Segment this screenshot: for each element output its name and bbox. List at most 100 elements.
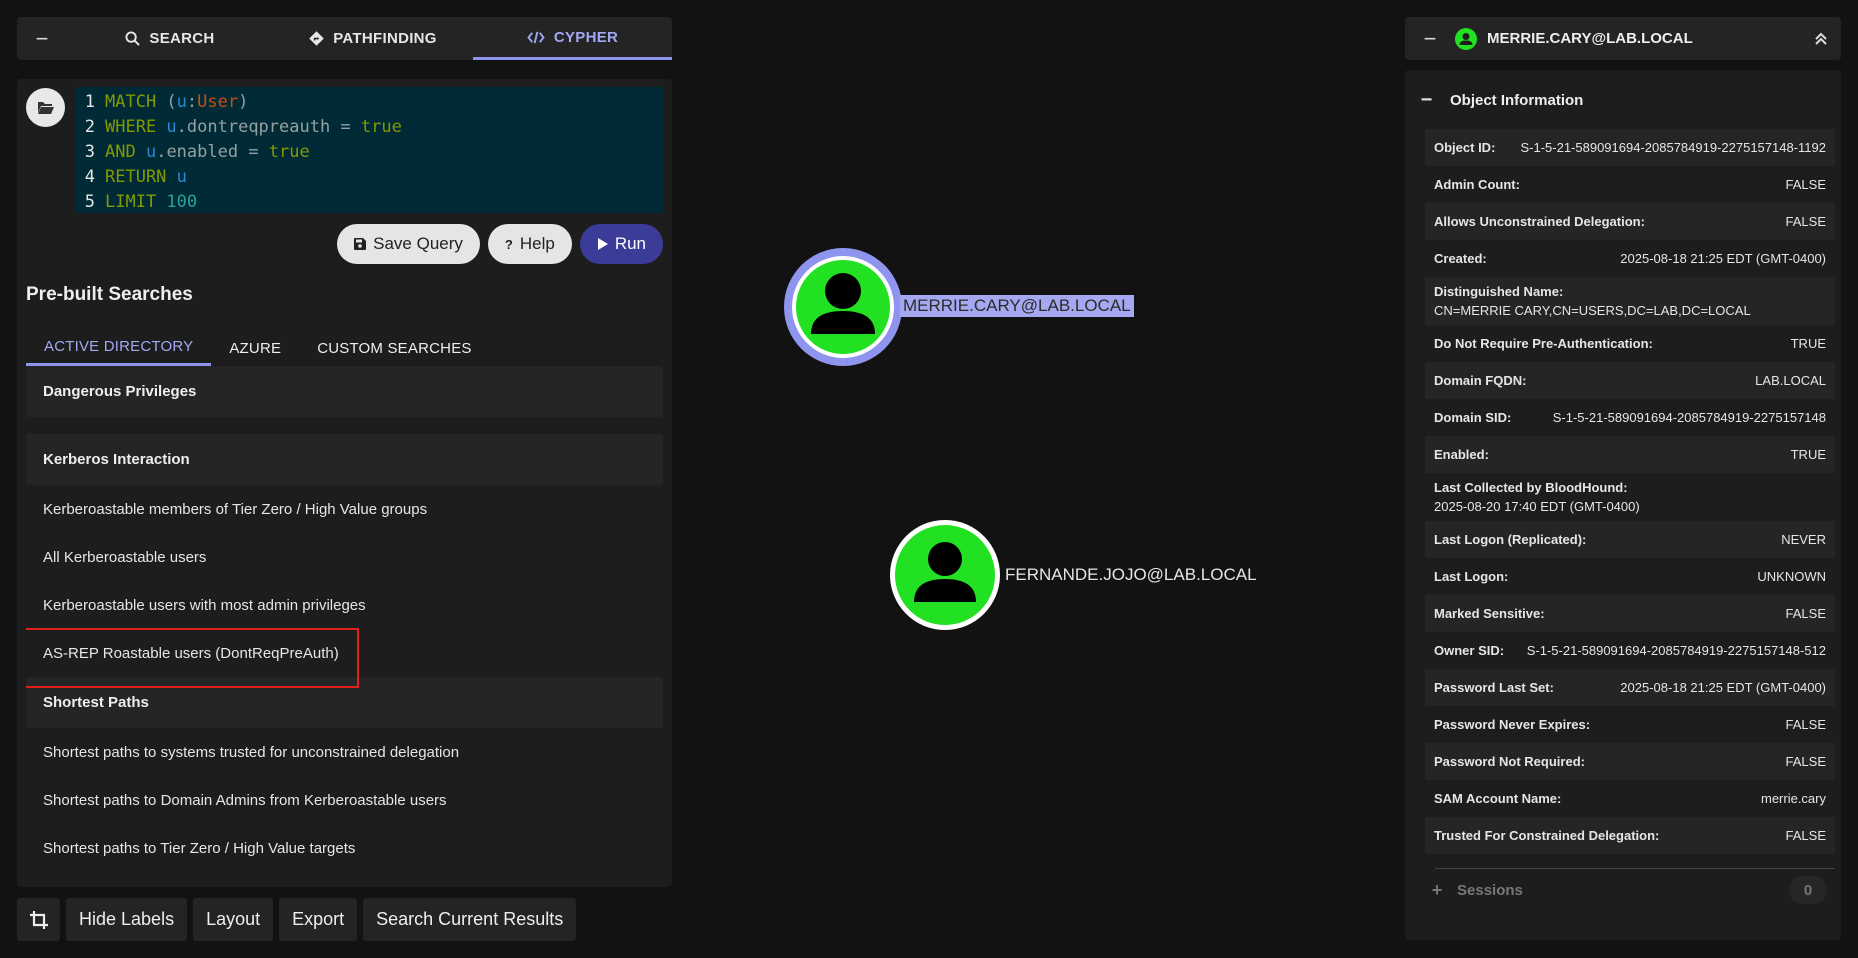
- code-line: 2 WHERE u.dontreqpreauth = true: [75, 114, 663, 139]
- property-row: Do Not Require Pre-Authentication: TRUE: [1434, 336, 1826, 351]
- code-text: AND u.enabled = true: [105, 141, 310, 162]
- list-item[interactable]: All Kerberoastable users: [26, 533, 663, 581]
- run-label: Run: [614, 234, 646, 253]
- export-button[interactable]: Export: [279, 898, 358, 941]
- save-icon: [354, 238, 367, 250]
- property-row: SAM Account Name: merrie.cary: [1434, 791, 1826, 806]
- collapse-entity-button[interactable]: −: [1405, 26, 1455, 52]
- code-text: WHERE u.dontreqpreauth = true: [105, 116, 402, 137]
- code-text: MATCH (u:User): [105, 91, 249, 112]
- route-icon: [309, 31, 324, 46]
- property-row: Marked Sensitive: FALSE: [1425, 595, 1835, 632]
- property-row: Password Last Set: 2025-08-18 21:25 EDT (…: [1425, 669, 1835, 706]
- section-title: Object Information: [1450, 92, 1584, 109]
- node-label-selected: MERRIE.CARY@LAB.LOCAL: [900, 295, 1134, 317]
- layout-button[interactable]: Layout: [193, 898, 274, 941]
- property-row: Password Not Required: FALSE: [1425, 743, 1835, 780]
- user-icon: [1455, 27, 1477, 50]
- open-saved-queries-button[interactable]: [26, 88, 65, 127]
- property-row: Last Collected by BloodHound: 2025-08-20 …: [1434, 480, 1640, 514]
- group-kerberos-interaction: Kerberos Interaction: [26, 434, 663, 485]
- tab-cypher[interactable]: CYPHER: [473, 17, 672, 60]
- crop-icon: [29, 910, 48, 929]
- group-dangerous-privileges: Dangerous Privileges: [26, 366, 663, 417]
- chevron-double-up-icon: [1815, 32, 1827, 45]
- prebuilt-search-list[interactable]: Dangerous Privileges Kerberos Interactio…: [26, 366, 663, 871]
- sessions-count-badge: 0: [1789, 876, 1827, 904]
- save-query-button[interactable]: Save Query: [337, 224, 480, 264]
- code-icon: [527, 31, 545, 43]
- user-node-icon: [784, 248, 902, 366]
- prebuilt-searches-title: Pre-built Searches: [26, 284, 193, 305]
- list-item[interactable]: Shortest paths to Domain Admins from Ker…: [26, 776, 663, 824]
- graph-toolbar: Hide Labels Layout Export Search Current…: [17, 898, 577, 941]
- run-button[interactable]: Run: [579, 224, 663, 264]
- line-number: 5: [84, 191, 95, 212]
- entity-header: − MERRIE.CARY@LAB.LOCAL: [1405, 17, 1841, 60]
- main-nav: − SEARCH PATHFINDING CYPHER: [17, 17, 672, 60]
- user-node-icon: [890, 520, 1000, 630]
- tab-azure[interactable]: AZURE: [211, 330, 299, 366]
- cypher-panel: 1 MATCH (u:User) 2 WHERE u.dontreqpreaut…: [17, 79, 672, 887]
- list-item[interactable]: Shortest paths to Tier Zero / High Value…: [26, 824, 663, 871]
- property-row: Password Never Expires: FALSE: [1434, 717, 1826, 732]
- tab-pathfinding[interactable]: PATHFINDING: [273, 17, 473, 60]
- code-text: RETURN u: [105, 166, 187, 187]
- hide-labels-button[interactable]: Hide Labels: [66, 898, 188, 941]
- tab-pathfinding-label: PATHFINDING: [333, 30, 437, 47]
- property-row: Domain FQDN: LAB.LOCAL: [1425, 362, 1835, 399]
- code-line: 1 MATCH (u:User): [75, 89, 663, 114]
- code-text: LIMIT 100: [105, 191, 198, 212]
- tab-custom-searches[interactable]: CUSTOM SEARCHES: [299, 330, 489, 366]
- property-row: Created: 2025-08-18 21:25 EDT (GMT-0400): [1434, 251, 1826, 266]
- graph-node-selected[interactable]: [782, 246, 904, 373]
- tab-search[interactable]: SEARCH: [67, 17, 273, 60]
- expand-collapse-button[interactable]: [1801, 32, 1841, 46]
- expand-icon: +: [1431, 879, 1443, 900]
- property-row: Last Logon (Replicated): NEVER: [1425, 521, 1835, 558]
- collapse-panel-button[interactable]: −: [17, 17, 67, 60]
- list-item-asrep-roastable[interactable]: AS-REP Roastable users (DontReqPreAuth): [26, 628, 663, 688]
- line-number: 3: [84, 141, 95, 162]
- property-row: Domain SID: S-1-5-21-589091694-2085784919…: [1434, 410, 1826, 425]
- save-query-label: Save Query: [373, 234, 463, 253]
- line-number: 4: [84, 166, 95, 187]
- entity-title: MERRIE.CARY@LAB.LOCAL: [1487, 30, 1693, 47]
- node-label: FERNANDE.JOJO@LAB.LOCAL: [1005, 565, 1257, 584]
- property-row: Owner SID: S-1-5-21-589091694-2085784919-…: [1434, 643, 1826, 658]
- list-item[interactable]: Shortest paths to systems trusted for un…: [26, 728, 663, 776]
- folder-open-icon: [37, 102, 54, 114]
- search-current-results-button[interactable]: Search Current Results: [363, 898, 577, 941]
- property-row: Object ID: S-1-5-21-589091694-2085784919-…: [1425, 129, 1835, 166]
- property-row: Last Logon: UNKNOWN: [1434, 569, 1826, 584]
- code-line: 4 RETURN u: [75, 164, 663, 189]
- cypher-editor[interactable]: 1 MATCH (u:User) 2 WHERE u.dontreqpreaut…: [75, 87, 663, 213]
- help-button[interactable]: ? Help: [487, 224, 572, 264]
- sessions-section[interactable]: + Sessions 0: [1405, 869, 1841, 911]
- property-row: Admin Count: FALSE: [1434, 177, 1826, 192]
- help-label: Help: [519, 234, 555, 253]
- property-list: Object ID: S-1-5-21-589091694-2085784919-…: [1405, 129, 1841, 854]
- property-row: Enabled: TRUE: [1425, 436, 1835, 473]
- property-row: Trusted For Constrained Delegation: FALSE: [1425, 817, 1835, 854]
- tab-search-label: SEARCH: [149, 30, 215, 47]
- code-line: 5 LIMIT 100: [75, 189, 663, 214]
- tab-cypher-label: CYPHER: [553, 28, 619, 46]
- collapse-section-icon: −: [1420, 89, 1433, 111]
- list-item[interactable]: Kerberoastable members of Tier Zero / Hi…: [26, 485, 663, 533]
- entity-panel: − Object Information Object ID: S-1-5-21-…: [1405, 70, 1841, 940]
- search-icon: [125, 31, 141, 46]
- property-row: Distinguished Name: CN=MERRIE CARY,CN=USE…: [1425, 277, 1835, 325]
- line-number: 1: [84, 91, 95, 112]
- property-row: Allows Unconstrained Delegation: FALSE: [1425, 203, 1835, 240]
- code-line: 3 AND u.enabled = true: [75, 139, 663, 164]
- prebuilt-tabs: ACTIVE DIRECTORY AZURE CUSTOM SEARCHES: [26, 330, 490, 366]
- line-number: 2: [84, 116, 95, 137]
- query-actions: Save Query ? Help Run: [337, 224, 663, 264]
- tab-active-directory[interactable]: ACTIVE DIRECTORY: [26, 330, 212, 366]
- graph-node[interactable]: [889, 519, 1001, 636]
- object-information-header[interactable]: − Object Information: [1405, 79, 1841, 122]
- list-item[interactable]: Kerberoastable users with most admin pri…: [26, 581, 663, 629]
- crop-button[interactable]: [17, 898, 60, 941]
- question-icon: ?: [504, 236, 513, 252]
